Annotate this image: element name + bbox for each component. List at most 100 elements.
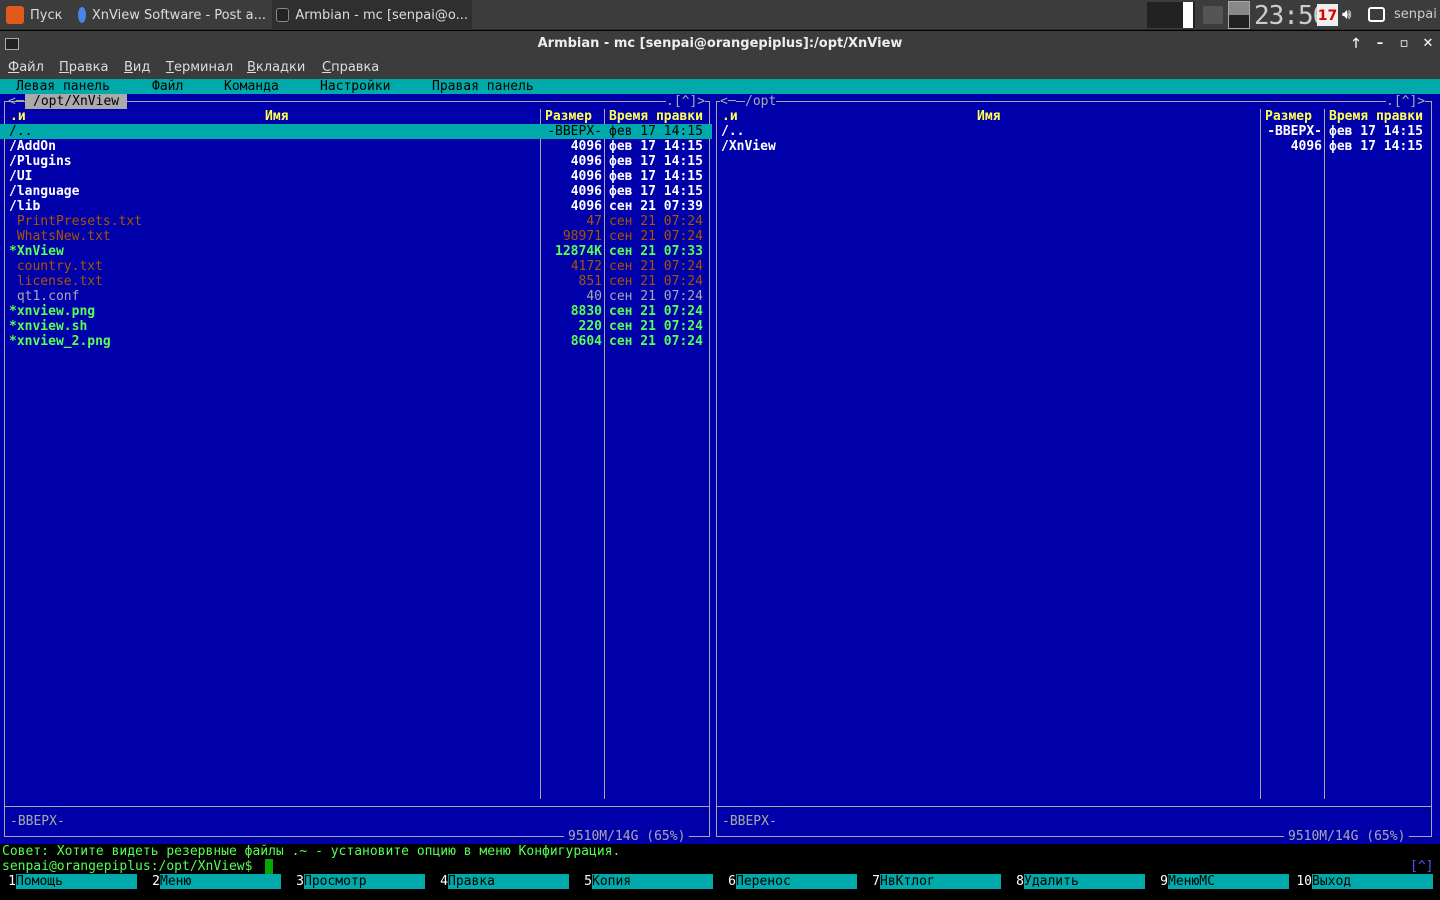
hint-line: Совет: Хотите видеть резервные файлы .~ …	[2, 844, 621, 859]
menu-help[interactable]: Справка	[322, 60, 379, 75]
fkey-button-4[interactable]: Правка	[448, 874, 569, 889]
header-time[interactable]: Время правки	[609, 109, 703, 124]
file-size: 47	[586, 214, 602, 229]
fkey-number: 8	[1016, 874, 1024, 889]
fkey-number: 10	[1296, 874, 1312, 889]
network-icon[interactable]	[1368, 7, 1385, 22]
workspace-switcher[interactable]	[1228, 1, 1250, 29]
volume-icon[interactable]: 🔊︎	[1342, 5, 1351, 23]
terminal-icon	[5, 38, 19, 50]
task-terminal[interactable]: Armbian - mc [senpai@o...	[272, 0, 472, 30]
right-panel[interactable]: <─ /opt .[^]> .и Имя Размер Время правки…	[712, 94, 1440, 844]
file-name: country.txt	[9, 259, 103, 274]
file-row[interactable]: /UI 4096 фев 17 14:15	[0, 169, 712, 184]
panel-path[interactable]: /opt/XnView	[25, 94, 128, 109]
panel-corner-controls[interactable]: .[^]>	[666, 94, 706, 109]
status-divider	[716, 806, 1432, 807]
subshell-scroll-indicator[interactable]: [^]	[1410, 859, 1433, 874]
file-row[interactable]: *XnView 12874K сен 21 07:33	[0, 244, 712, 259]
header-name[interactable]: Имя	[977, 109, 1000, 124]
mc-menu-right[interactable]: Правая панель	[432, 79, 534, 94]
calendar-icon[interactable]: 17	[1317, 4, 1338, 26]
file-time: сен 21 07:24	[609, 319, 703, 334]
panel-path[interactable]: /opt	[745, 94, 777, 109]
shell-prompt[interactable]: senpai@orangepiplus:/opt/XnView$	[2, 859, 252, 874]
file-row[interactable]: *xnview_2.png 8604 сен 21 07:24	[0, 334, 712, 349]
sort-indicator[interactable]: .и	[722, 109, 738, 124]
fkey-button-2[interactable]: Меню	[160, 874, 281, 889]
file-time: сен 21 07:24	[609, 289, 703, 304]
file-row[interactable]: country.txt 4172 сен 21 07:24	[0, 259, 712, 274]
fkey-button-10[interactable]: Выход	[1312, 874, 1433, 889]
file-name: *xnview.sh	[9, 319, 88, 334]
file-name: /lib	[9, 199, 41, 214]
file-size: 4096	[570, 169, 602, 184]
task-label: XnView Software - Post a...	[91, 7, 266, 23]
file-size: 8830	[570, 304, 602, 319]
file-row[interactable]: WhatsNew.txt 98971 сен 21 07:24	[0, 229, 712, 244]
sort-indicator[interactable]: .и	[10, 109, 26, 124]
file-name: PrintPresets.txt	[9, 214, 143, 229]
mc-menu-left[interactable]: Левая панель	[16, 79, 110, 94]
file-row[interactable]: *xnview.sh 220 сен 21 07:24	[0, 319, 712, 334]
file-row[interactable]: /XnView 4096 фев 17 14:15	[712, 139, 1440, 154]
fkey-button-6[interactable]: Перенос	[736, 874, 857, 889]
keep-above-button[interactable]: 🡑	[1346, 31, 1366, 57]
file-time: фев 17 14:15	[609, 154, 703, 169]
screenshot-icon[interactable]	[1203, 6, 1223, 24]
mc-menu-file[interactable]: Файл	[152, 79, 183, 94]
menu-tabs[interactable]: Вкладки	[247, 60, 305, 75]
file-time: фев 17 14:15	[609, 139, 703, 154]
menu-edit[interactable]: Правка	[59, 60, 108, 75]
file-size: 220	[578, 319, 602, 334]
fkey-button-8[interactable]: Удалить	[1024, 874, 1145, 889]
fkey-button-3[interactable]: Просмотр	[304, 874, 425, 889]
user-name[interactable]: senpai	[1394, 7, 1437, 22]
terminal-icon	[276, 8, 290, 22]
task-xnview-browser[interactable]: XnView Software - Post a...	[74, 0, 270, 30]
menu-file[interactable]: Файл	[8, 60, 44, 75]
maximize-button[interactable]: ▫	[1394, 31, 1414, 57]
file-size: 4096	[570, 139, 602, 154]
cpu-monitor-icon	[1147, 2, 1195, 28]
terminal[interactable]: Левая панель Файл Команда Настройки Прав…	[0, 79, 1440, 900]
fkey-button-1[interactable]: Помощь	[16, 874, 137, 889]
file-row[interactable]: /.. -ВВЕРХ-фев 17 14:15	[712, 124, 1440, 139]
panel-corner-controls[interactable]: .[^]>	[1386, 94, 1426, 109]
file-time: сен 21 07:24	[609, 259, 703, 274]
fkey-number: 2	[152, 874, 160, 889]
start-button[interactable]: Пуск	[2, 0, 66, 30]
file-row[interactable]: /.. -ВВЕРХ-фев 17 14:15	[0, 124, 712, 139]
file-row[interactable]: /lib 4096 сен 21 07:39	[0, 199, 712, 214]
header-name[interactable]: Имя	[265, 109, 288, 124]
file-row[interactable]: PrintPresets.txt 47 сен 21 07:24	[0, 214, 712, 229]
fkey-button-9[interactable]: МенюМС	[1168, 874, 1289, 889]
minimize-button[interactable]: –	[1370, 31, 1390, 57]
file-row[interactable]: qt1.conf 40 сен 21 07:24	[0, 289, 712, 304]
fkey-button-5[interactable]: Копия	[592, 874, 713, 889]
file-size: 851	[578, 274, 602, 289]
file-row[interactable]: /AddOn 4096 фев 17 14:15	[0, 139, 712, 154]
header-size[interactable]: Размер	[1265, 109, 1312, 124]
file-row[interactable]: /language 4096 фев 17 14:15	[0, 184, 712, 199]
file-size: 40	[586, 289, 602, 304]
mc-menu-command[interactable]: Команда	[224, 79, 279, 94]
file-size: 4096	[570, 199, 602, 214]
menu-terminal[interactable]: Терминал	[166, 60, 233, 75]
fkey-button-7[interactable]: НвКтлог	[880, 874, 1001, 889]
menubar: Файл Правка Вид Терминал Вкладки Справка	[0, 57, 1440, 79]
left-panel[interactable]: <─ /opt/XnView .[^]> .и Имя Размер Время…	[0, 94, 712, 844]
header-size[interactable]: Размер	[545, 109, 592, 124]
file-size: 98971	[562, 229, 602, 244]
mc-menu-options[interactable]: Настройки	[320, 79, 390, 94]
menu-view[interactable]: Вид	[124, 60, 150, 75]
close-button[interactable]: ✕	[1418, 31, 1438, 57]
file-row[interactable]: /Plugins 4096 фев 17 14:15	[0, 154, 712, 169]
file-row[interactable]: license.txt 851 сен 21 07:24	[0, 274, 712, 289]
fkey-number: 1	[8, 874, 16, 889]
column-divider	[1324, 109, 1325, 799]
file-row[interactable]: *xnview.png 8830 сен 21 07:24	[0, 304, 712, 319]
header-time[interactable]: Время правки	[1329, 109, 1423, 124]
file-name: /XnView	[721, 139, 776, 154]
fkey-number: 9	[1160, 874, 1168, 889]
